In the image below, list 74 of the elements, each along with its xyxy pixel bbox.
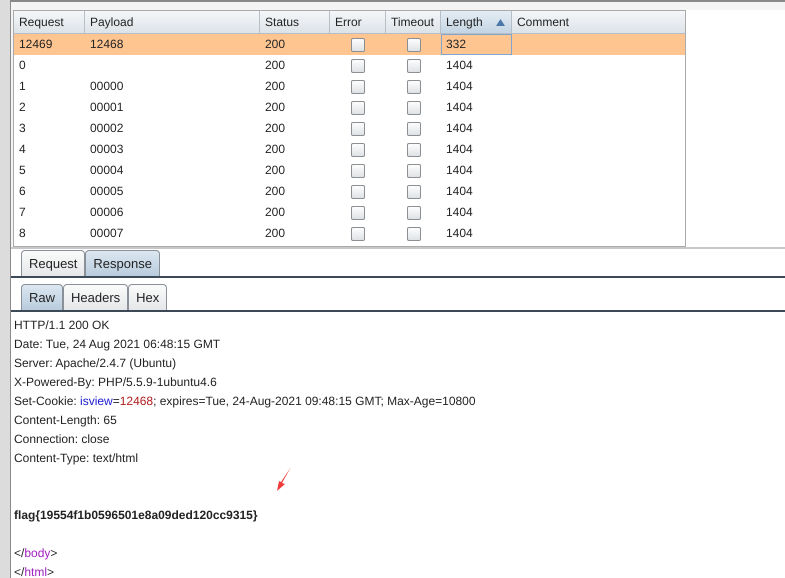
result-row[interactable]: 3 00002 200 1404 bbox=[14, 118, 685, 139]
table-cell-text: 200 bbox=[264, 141, 286, 158]
response-line: Connection: close bbox=[14, 431, 110, 448]
tab[interactable]: Response bbox=[85, 250, 160, 276]
table-cell: 00004 bbox=[90, 163, 124, 177]
response-line: </html> bbox=[14, 564, 56, 578]
result-row[interactable]: 1 00000 200 1404 bbox=[14, 76, 685, 97]
table-cell: 00005 bbox=[90, 184, 124, 198]
table-cell-text: 200 bbox=[264, 204, 286, 221]
table-cell-text: 1404 bbox=[445, 57, 474, 74]
tab[interactable]: Request bbox=[21, 250, 86, 276]
table-cell-text: 1404 bbox=[445, 141, 474, 158]
table-cell: 00002 bbox=[90, 121, 124, 135]
result-row[interactable]: 6 00005 200 1404 bbox=[14, 181, 685, 202]
table-cell-text: 12469 bbox=[18, 36, 54, 53]
table-cell-text: 200 bbox=[264, 78, 286, 95]
table-cell-text: 1404 bbox=[445, 183, 474, 200]
table-cell: 00001 bbox=[90, 100, 124, 114]
table-cell-text: 200 bbox=[264, 183, 286, 200]
column-header[interactable]: Request bbox=[14, 11, 85, 33]
response-line: X-Powered-By: PHP/5.5.9-1ubuntu4.6 bbox=[14, 374, 218, 391]
result-row[interactable]: 7 00006 200 1404 bbox=[14, 202, 685, 223]
response-line: </body> bbox=[14, 545, 58, 562]
table-cell-text: 7 bbox=[18, 204, 27, 221]
splitter-handle[interactable] bbox=[11, 247, 785, 249]
response-line: Content-Length: 65 bbox=[14, 412, 118, 429]
column-header[interactable]: Error bbox=[330, 11, 386, 33]
arrow-annotation bbox=[276, 466, 292, 492]
table-cell-text: 200 bbox=[264, 57, 286, 74]
response-line: Server: Apache/2.4.7 (Ubuntu) bbox=[14, 355, 178, 372]
result-row[interactable]: 8 00007 200 1404 bbox=[14, 223, 685, 244]
column-header[interactable]: Length bbox=[441, 11, 512, 33]
result-row[interactable]: 5 00004 200 1404 bbox=[14, 160, 685, 181]
table-cell-text: 5 bbox=[18, 162, 27, 179]
tab[interactable]: Raw bbox=[21, 284, 64, 310]
tab[interactable]: Hex bbox=[128, 284, 168, 310]
table-cell-text: 1404 bbox=[445, 99, 474, 116]
table-cell: 12468 bbox=[90, 37, 124, 51]
table-cell: 00007 bbox=[90, 226, 124, 240]
table-cell-text: 0 bbox=[18, 57, 27, 74]
table-cell-text: 200 bbox=[264, 99, 286, 116]
result-row[interactable]: 0 200 1404 bbox=[14, 55, 685, 76]
table-cell-text: 3 bbox=[18, 120, 27, 137]
table-cell: 00000 bbox=[90, 79, 124, 93]
table-cell-text: 200 bbox=[264, 225, 286, 242]
result-row[interactable]: 12469 12468 200 332 bbox=[14, 34, 685, 55]
column-header[interactable]: Payload bbox=[85, 11, 260, 33]
table-cell-text: 1404 bbox=[445, 120, 474, 137]
table-cell-text: 6 bbox=[18, 183, 27, 200]
column-header[interactable]: Status bbox=[260, 11, 330, 33]
table-cell-text: 200 bbox=[264, 162, 286, 179]
table-cell: 00003 bbox=[90, 142, 124, 156]
table-cell-text: 2 bbox=[18, 99, 27, 116]
response-line: flag{19554f1b0596501e8a09ded120cc9315} bbox=[14, 507, 259, 524]
response-line: Date: Tue, 24 Aug 2021 06:48:15 GMT bbox=[14, 336, 222, 353]
table-cell-text: 1404 bbox=[445, 78, 474, 95]
table-cell-text: 1404 bbox=[445, 204, 474, 221]
result-row[interactable]: 4 00003 200 1404 bbox=[14, 139, 685, 160]
table-cell-text: 4 bbox=[18, 141, 27, 158]
response-line: Set-Cookie: isview=12468; expires=Tue, 24-Aug-2021 09:48:15 GMT; Max-Age=10800 bbox=[14, 393, 477, 410]
sort-ascending-icon bbox=[496, 19, 505, 26]
table-cell-text: 200 bbox=[264, 120, 286, 137]
table-cell: 00006 bbox=[90, 205, 124, 219]
response-line: Content-Type: text/html bbox=[14, 450, 140, 467]
table-cell-text: 1404 bbox=[445, 225, 474, 242]
table-cell-text: 200 bbox=[264, 36, 286, 53]
response-line: HTTP/1.1 200 OK bbox=[14, 317, 110, 334]
column-header[interactable]: Comment bbox=[512, 11, 685, 33]
table-cell-text: 8 bbox=[18, 225, 27, 242]
tab[interactable]: Headers bbox=[63, 284, 128, 310]
table-cell: 332 bbox=[441, 34, 512, 55]
table-cell-text: 1404 bbox=[445, 162, 474, 179]
result-row[interactable]: 2 00001 200 1404 bbox=[14, 97, 685, 118]
table-cell-text: 1 bbox=[18, 78, 27, 95]
